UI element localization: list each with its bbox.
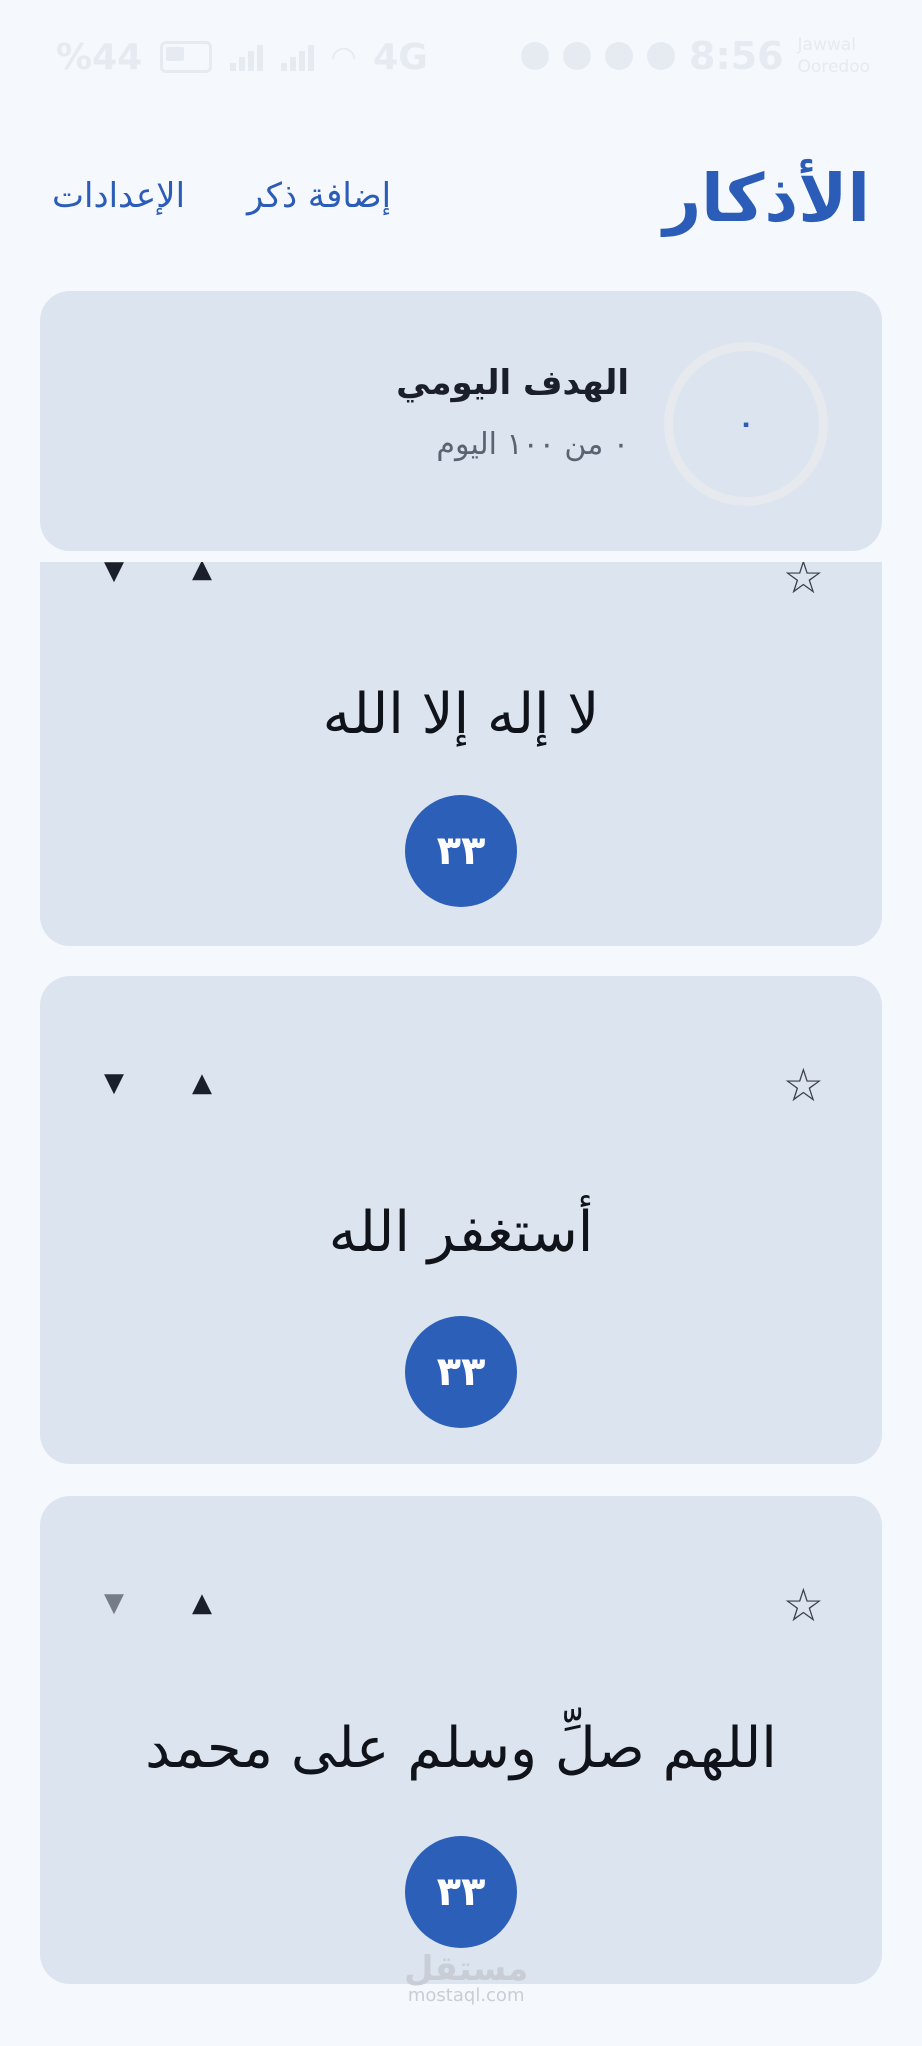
daily-goal-title: الهدف اليومي: [396, 363, 629, 403]
carrier-names: Jawwal Ooredoo: [798, 34, 870, 78]
thikr-counter-button[interactable]: ٣٣: [405, 1316, 517, 1428]
daily-goal-progress-value: ٠: [738, 409, 754, 439]
alert-icon: [647, 42, 676, 70]
favorite-star-icon[interactable]: ☆: [783, 1582, 824, 1628]
thikr-counter-button[interactable]: ٣٣: [405, 795, 517, 907]
move-down-icon[interactable]: ▼: [104, 1070, 124, 1096]
status-bar-right: 8:56 Jawwal Ooredoo: [521, 26, 870, 86]
watermark-latin: mostaql.com: [407, 1985, 525, 2006]
move-up-icon[interactable]: ▲: [192, 1070, 212, 1096]
move-up-icon[interactable]: ▲: [192, 562, 212, 582]
status-bar-left: %44 ◠ 4G: [56, 30, 428, 84]
wifi-icon: ◠: [332, 39, 356, 75]
move-up-icon[interactable]: ▲: [192, 1590, 212, 1616]
thikr-counter-button[interactable]: ٣٣: [405, 1836, 517, 1948]
battery-icon: [160, 41, 213, 73]
clock: 8:56: [689, 34, 784, 78]
signal-icon: [230, 43, 264, 71]
daily-goal-card: ٠ الهدف اليومي ٠ من ١٠٠ اليوم: [40, 291, 882, 551]
status-bar: %44 ◠ 4G 8:56 Jawwal Ooredoo: [0, 0, 922, 110]
favorite-star-icon[interactable]: ☆: [783, 562, 824, 600]
thikr-card: ☆ ▲ ▼ لا إله إلا الله ٣٣: [40, 562, 882, 946]
watermark: مستقل mostaql.com: [404, 1952, 528, 2006]
signal-icon-2: [281, 43, 315, 71]
header-nav: إضافة ذكر الإعدادات: [52, 176, 391, 216]
thikr-text: لا إله إلا الله: [322, 682, 600, 747]
favorite-star-icon[interactable]: ☆: [783, 1062, 824, 1108]
thikr-text: أستغفر الله: [328, 1200, 594, 1265]
app-header: الأذكار إضافة ذكر الإعدادات: [0, 150, 922, 260]
page-title: الأذكار: [663, 160, 870, 237]
move-down-icon[interactable]: ▼: [104, 562, 124, 584]
thikr-card: ☆ ▲ ▼ أستغفر الله ٣٣: [40, 976, 882, 1464]
thikr-card: ☆ ▲ ▼ اللهم صلِّ وسلم على محمد ٣٣: [40, 1496, 882, 1984]
add-thikr-link[interactable]: إضافة ذكر: [247, 176, 391, 216]
move-down-icon[interactable]: ▼: [104, 1590, 124, 1616]
battery-percent: %44: [56, 36, 143, 78]
whatsapp-icon: [605, 42, 634, 70]
messenger-icon: [563, 42, 592, 70]
notification-icon: [521, 42, 550, 70]
settings-link[interactable]: الإعدادات: [52, 176, 185, 216]
thikr-text: اللهم صلِّ وسلم على محمد: [145, 1716, 777, 1781]
carrier-1: Jawwal: [797, 35, 856, 55]
network-type: 4G: [373, 36, 428, 78]
carrier-2: Ooredoo: [797, 57, 870, 77]
daily-goal-progress-ring: ٠: [664, 342, 828, 506]
daily-goal-subtitle: ٠ من ١٠٠ اليوم: [436, 427, 629, 462]
watermark-arabic: مستقل: [404, 1949, 529, 1989]
